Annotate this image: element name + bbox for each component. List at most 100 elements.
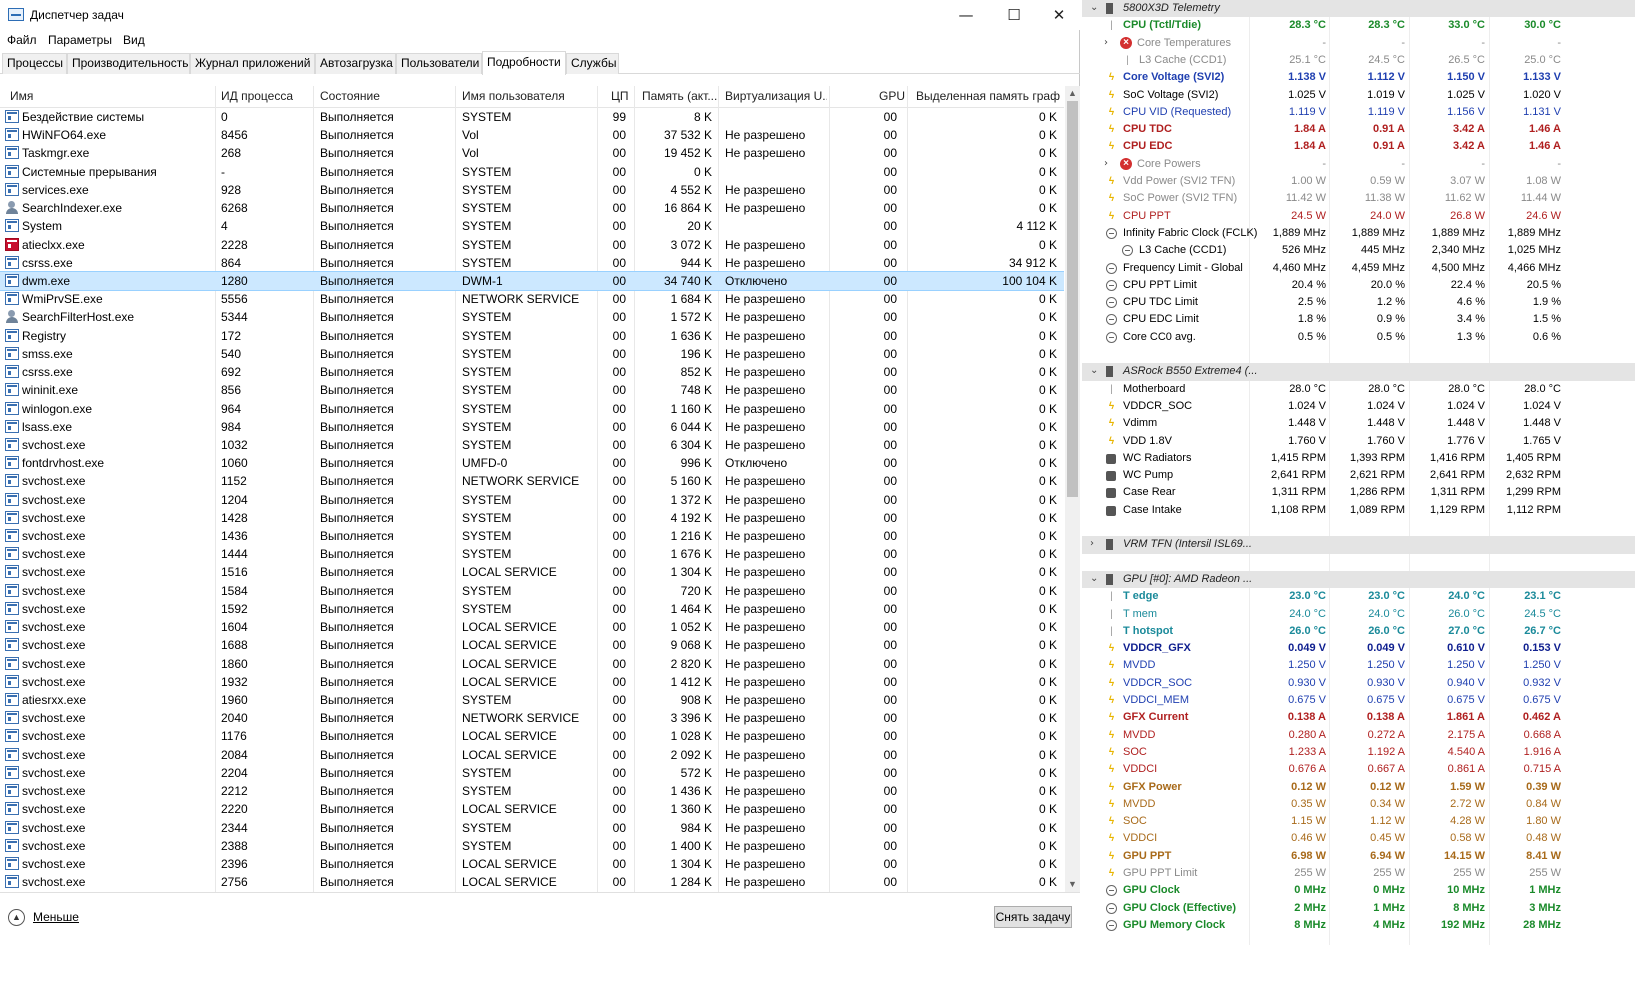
process-row[interactable]: svchost.exe 1436 Выполняется SYSTEM 00 1 216 … [0,527,1064,545]
column-cpu[interactable]: ЦП [611,89,629,103]
sensor-row[interactable]: ϟ GPU PPT 6.98 W 6.94 W 14.15 W 8.41 W [1082,848,1635,865]
process-row[interactable]: Registry 172 Выполняется SYSTEM 00 1 636 K Не … [0,327,1064,345]
sensor-row[interactable]: ϟ CPU TDC 1.84 A 0.91 A 3.42 A 1.46 A [1082,121,1635,138]
sensor-row[interactable]: GPU Clock (Effective) 2 MHz 1 MHz 8 MHz 3 MH… [1082,900,1635,917]
menu-file[interactable]: Файл [7,33,37,47]
sensor-row[interactable]: L3 Cache (CCD1) 526 MHz 445 MHz 2,340 MHz 1,… [1082,242,1635,259]
column-name[interactable]: Имя [10,89,33,103]
sensor-row[interactable]: ϟ Vdd Power (SVI2 TFN) 1.00 W 0.59 W 3.07 W 1… [1082,173,1635,190]
sensor-row[interactable]: | L3 Cache (CCD1) 25.1 °C 24.5 °C 26.5 °C 25.… [1082,52,1635,69]
sensor-row[interactable]: ϟ GFX Current 0.138 A 0.138 A 1.861 A 0.462 A [1082,709,1635,726]
process-row[interactable]: atieclxx.exe 2228 Выполняется SYSTEM 00 3 072… [0,236,1064,254]
process-row[interactable]: svchost.exe 1152 Выполняется NETWORK SERVIC… [0,472,1064,490]
column-pid[interactable]: ИД процесса [221,89,293,103]
sensor-row[interactable]: ϟ VDDCR_SOC 1.024 V 1.024 V 1.024 V 1.024 V [1082,398,1635,415]
sensor-group-header[interactable]: ⌄ 5800X3D Telemetry [1082,0,1635,18]
process-row[interactable]: svchost.exe 1176 Выполняется LOCAL SERVICE 0… [0,727,1064,745]
sensor-row[interactable]: | T hotspot 26.0 °C 26.0 °C 27.0 °C 26.7 °C [1082,623,1635,640]
process-row[interactable]: svchost.exe 1860 Выполняется LOCAL SERVICE 0… [0,655,1064,673]
process-row[interactable]: HWiNFO64.exe 8456 Выполняется Vol 00 37 532 K… [0,126,1064,144]
sensor-row[interactable]: ϟ VDDCI 0.676 A 0.667 A 0.861 A 0.715 A [1082,761,1635,778]
process-row[interactable]: svchost.exe 1032 Выполняется SYSTEM 00 6 304 … [0,436,1064,454]
minimize-button[interactable]: — [943,0,989,30]
sensor-row[interactable]: ϟ MVDD 0.35 W 0.34 W 2.72 W 0.84 W [1082,796,1635,813]
process-row[interactable]: svchost.exe 1428 Выполняется SYSTEM 00 4 192 … [0,509,1064,527]
maximize-button[interactable]: ☐ [991,0,1037,30]
process-row[interactable]: SearchFilterHost.exe 5344 Выполняется SYSTE… [0,308,1064,326]
tab-performance[interactable]: Производительность [67,53,190,74]
sensor-row[interactable]: CPU TDC Limit 2.5 % 1.2 % 4.6 % 1.9 % [1082,294,1635,311]
sensor-row[interactable]: Frequency Limit - Global 4,460 MHz 4,459 M… [1082,260,1635,277]
chevron-down-icon[interactable]: ⌄ [1090,2,1098,13]
process-row[interactable]: svchost.exe 1516 Выполняется LOCAL SERVICE 0… [0,563,1064,581]
tab-startup[interactable]: Автозагрузка [315,53,396,74]
sensor-row[interactable]: ϟ VDDCR_GFX 0.049 V 0.049 V 0.610 V 0.153 V [1082,640,1635,657]
process-row[interactable]: svchost.exe 1204 Выполняется SYSTEM 00 1 372 … [0,491,1064,509]
process-row[interactable]: dwm.exe 1280 Выполняется DWM-1 00 34 740 K Отк… [0,270,1064,292]
process-row[interactable]: svchost.exe 2396 Выполняется LOCAL SERVICE 0… [0,855,1064,873]
sensor-row[interactable]: | CPU (Tctl/Tdie) 28.3 °C 28.3 °C 33.0 °C 30.… [1082,17,1635,34]
column-memory[interactable]: Память (акт... [642,89,717,103]
sensor-row[interactable]: ϟ VDDCI_MEM 0.675 V 0.675 V 0.675 V 0.675 V [1082,692,1635,709]
process-row[interactable]: winlogon.exe 964 Выполняется SYSTEM 00 1 160 … [0,400,1064,418]
sensor-row[interactable]: ϟ GFX Power 0.12 W 0.12 W 1.59 W 0.39 W [1082,779,1635,796]
sensor-row[interactable]: ϟ VDD 1.8V 1.760 V 1.760 V 1.776 V 1.765 V [1082,433,1635,450]
process-row[interactable]: svchost.exe 2084 Выполняется LOCAL SERVICE 0… [0,746,1064,764]
process-row[interactable]: svchost.exe 2344 Выполняется SYSTEM 00 984 K Н… [0,819,1064,837]
sensor-row[interactable]: Case Intake 1,108 RPM 1,089 RPM 1,129 RPM 1,… [1082,502,1635,519]
sensor-row[interactable]: | T mem 24.0 °C 24.0 °C 26.0 °C 24.5 °C [1082,606,1635,623]
sensor-row[interactable]: Case Rear 1,311 RPM 1,286 RPM 1,311 RPM 1,29… [1082,484,1635,501]
sensor-row[interactable]: | T edge 23.0 °C 23.0 °C 24.0 °C 23.1 °C [1082,588,1635,605]
process-row[interactable]: svchost.exe 2212 Выполняется SYSTEM 00 1 436 … [0,782,1064,800]
sensor-row[interactable]: ϟ VDDCI 0.46 W 0.45 W 0.58 W 0.48 W [1082,830,1635,847]
process-row[interactable]: svchost.exe 1444 Выполняется SYSTEM 00 1 676 … [0,545,1064,563]
sensor-row[interactable]: › × Core Temperatures - - - - [1082,35,1635,52]
process-row[interactable]: csrss.exe 692 Выполняется SYSTEM 00 852 K Не р… [0,363,1064,381]
end-task-button[interactable]: Снять задачу [994,906,1072,928]
sensor-group-header[interactable]: › VRM TFN (Intersil ISL69... [1082,536,1635,554]
chevron-right-icon[interactable]: › [1090,538,1094,549]
process-row[interactable]: wininit.exe 856 Выполняется SYSTEM 00 748 K Не… [0,381,1064,399]
process-row[interactable]: svchost.exe 2756 Выполняется LOCAL SERVICE 0… [0,873,1064,891]
tab-services[interactable]: Службы [566,53,619,74]
process-row[interactable]: svchost.exe 2220 Выполняется LOCAL SERVICE 0… [0,800,1064,818]
process-row[interactable]: SearchIndexer.exe 6268 Выполняется SYSTEM 00… [0,199,1064,217]
chevron-down-icon[interactable]: ⌄ [1090,365,1098,376]
process-row[interactable]: svchost.exe 1584 Выполняется SYSTEM 00 720 K Н… [0,582,1064,600]
process-row[interactable]: csrss.exe 864 Выполняется SYSTEM 00 944 K Не р… [0,254,1064,272]
column-uac-virtualization[interactable]: Виртуализация U... [725,89,827,103]
sensor-row[interactable]: ϟ Vdimm 1.448 V 1.448 V 1.448 V 1.448 V [1082,415,1635,432]
chevron-right-icon[interactable]: › [1104,37,1108,48]
sensor-row[interactable]: CPU PPT Limit 20.4 % 20.0 % 22.4 % 20.5 % [1082,277,1635,294]
sensor-row[interactable]: WC Pump 2,641 RPM 2,621 RPM 2,641 RPM 2,632 … [1082,467,1635,484]
sensor-row[interactable]: Infinity Fabric Clock (FCLK) 1,889 MHz 1,8… [1082,225,1635,242]
process-row[interactable]: svchost.exe 1932 Выполняется LOCAL SERVICE 0… [0,673,1064,691]
sensor-row[interactable]: ϟ SoC Power (SVI2 TFN) 11.42 W 11.38 W 11.62… [1082,190,1635,207]
sensor-row[interactable]: | Motherboard 28.0 °C 28.0 °C 28.0 °C 28.0 °C [1082,381,1635,398]
column-user[interactable]: Имя пользователя [462,89,565,103]
sensor-row[interactable]: ϟ VDDCR_SOC 0.930 V 0.930 V 0.940 V 0.932 V [1082,675,1635,692]
sensor-row[interactable]: ϟ MVDD 0.280 A 0.272 A 2.175 A 0.668 A [1082,727,1635,744]
chevron-right-icon[interactable]: › [1104,158,1108,169]
menu-parameters[interactable]: Параметры [48,33,112,47]
chevron-down-icon[interactable]: ⌄ [1090,573,1098,584]
process-row[interactable]: services.exe 928 Выполняется SYSTEM 00 4 552 … [0,181,1064,199]
sensor-row[interactable]: ϟ CPU EDC 1.84 A 0.91 A 3.42 A 1.46 A [1082,138,1635,155]
sensor-row[interactable]: ϟ SoC Voltage (SVI2) 1.025 V 1.019 V 1.025 V… [1082,87,1635,104]
process-row[interactable]: smss.exe 540 Выполняется SYSTEM 00 196 K Не ра… [0,345,1064,363]
tab-app-history[interactable]: Журнал приложений [190,53,315,74]
sensor-row[interactable]: ϟ CPU PPT 24.5 W 24.0 W 26.8 W 24.6 W [1082,208,1635,225]
process-row[interactable]: atiesrxx.exe 1960 Выполняется SYSTEM 00 908 K… [0,691,1064,709]
sensor-row[interactable]: ϟ Core Voltage (SVI2) 1.138 V 1.112 V 1.150 … [1082,69,1635,86]
process-row[interactable]: lsass.exe 984 Выполняется SYSTEM 00 6 044 K Не… [0,418,1064,436]
process-row[interactable]: fontdrvhost.exe 1060 Выполняется UMFD-0 00 99… [0,454,1064,472]
sensor-row[interactable]: ϟ CPU VID (Requested) 1.119 V 1.119 V 1.156 … [1082,104,1635,121]
scroll-down-icon[interactable]: ▼ [1065,877,1080,892]
sensor-group-header[interactable]: ⌄ ASRock B550 Extreme4 (... [1082,363,1635,381]
sensor-row[interactable]: GPU Clock 0 MHz 0 MHz 10 MHz 1 MHz [1082,882,1635,899]
process-row[interactable]: Бездействие системы 0 Выполняется SYSTEM 99 8… [0,108,1064,126]
tab-processes[interactable]: Процессы [2,53,67,74]
process-row[interactable]: svchost.exe 1604 Выполняется LOCAL SERVICE 0… [0,618,1064,636]
process-row[interactable]: svchost.exe 2204 Выполняется SYSTEM 00 572 K Н… [0,764,1064,782]
sensor-row[interactable]: ϟ SOC 1.15 W 1.12 W 4.28 W 1.80 W [1082,813,1635,830]
